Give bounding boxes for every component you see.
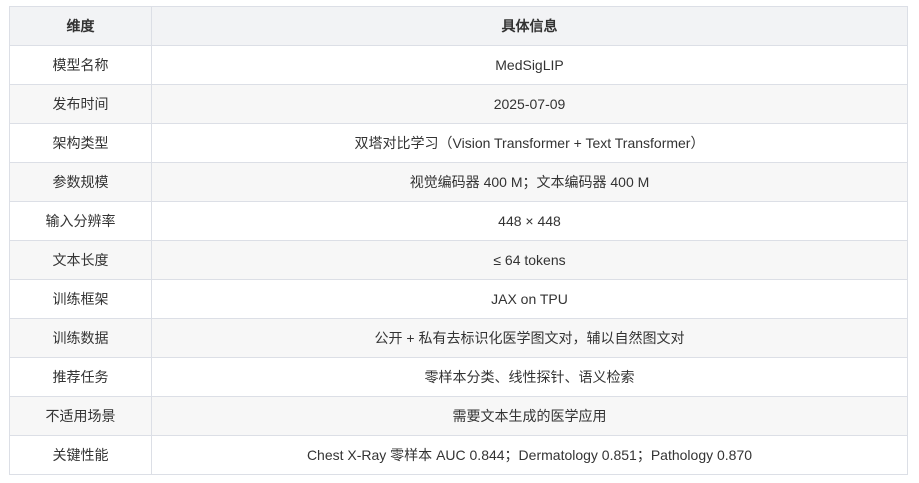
table-row: 训练框架 JAX on TPU [9,279,908,319]
model-info-table-container: 维度 具体信息 模型名称 MedSigLIP 发布时间 2025-07-09 架… [9,6,908,475]
row-info: JAX on TPU [151,279,908,319]
row-dimension: 输入分辨率 [9,201,152,241]
table-header-row: 维度 具体信息 [9,6,908,46]
table-row: 参数规模 视觉编码器 400 M；文本编码器 400 M [9,162,908,202]
row-info: 公开 + 私有去标识化医学图文对，辅以自然图文对 [151,318,908,358]
row-info: 视觉编码器 400 M；文本编码器 400 M [151,162,908,202]
header-dimension: 维度 [9,6,152,46]
table-row: 关键性能 Chest X-Ray 零样本 AUC 0.844；Dermatolo… [9,435,908,475]
header-info: 具体信息 [151,6,908,46]
row-dimension: 模型名称 [9,45,152,85]
row-dimension: 训练数据 [9,318,152,358]
row-dimension: 推荐任务 [9,357,152,397]
row-info: 双塔对比学习（Vision Transformer + Text Transfo… [151,123,908,163]
table-row: 发布时间 2025-07-09 [9,84,908,124]
row-info: 零样本分类、线性探针、语义检索 [151,357,908,397]
row-info: Chest X-Ray 零样本 AUC 0.844；Dermatology 0.… [151,435,908,475]
table-row: 训练数据 公开 + 私有去标识化医学图文对，辅以自然图文对 [9,318,908,358]
row-dimension: 不适用场景 [9,396,152,436]
table-row: 推荐任务 零样本分类、线性探针、语义检索 [9,357,908,397]
table-row: 模型名称 MedSigLIP [9,45,908,85]
row-dimension: 关键性能 [9,435,152,475]
row-dimension: 架构类型 [9,123,152,163]
row-dimension: 发布时间 [9,84,152,124]
row-dimension: 文本长度 [9,240,152,280]
row-info: 2025-07-09 [151,84,908,124]
table-row: 文本长度 ≤ 64 tokens [9,240,908,280]
row-info: MedSigLIP [151,45,908,85]
row-dimension: 训练框架 [9,279,152,319]
row-info: 448 × 448 [151,201,908,241]
table-row: 架构类型 双塔对比学习（Vision Transformer + Text Tr… [9,123,908,163]
row-dimension: 参数规模 [9,162,152,202]
row-info: 需要文本生成的医学应用 [151,396,908,436]
row-info: ≤ 64 tokens [151,240,908,280]
model-info-table: 维度 具体信息 模型名称 MedSigLIP 发布时间 2025-07-09 架… [9,6,908,475]
table-row: 输入分辨率 448 × 448 [9,201,908,241]
table-row: 不适用场景 需要文本生成的医学应用 [9,396,908,436]
